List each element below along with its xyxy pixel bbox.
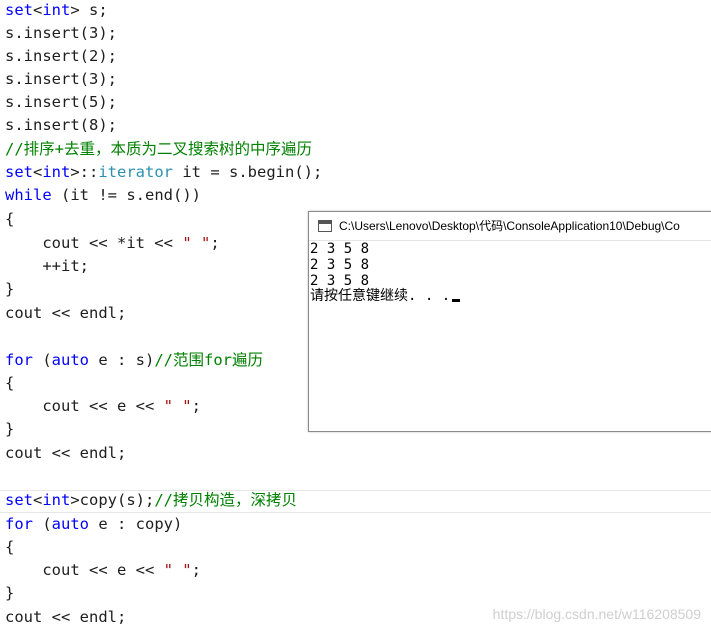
code-line-18: } [5, 420, 15, 438]
console-title: C:\Users\Lenovo\Desktop\代码\ConsoleApplic… [339, 219, 680, 233]
code-line-14: cout << endl; [5, 304, 127, 322]
console-output-line: 2 3 5 8 [310, 257, 370, 273]
code-line-8: set<int>::iterator it = s.begin(); [5, 163, 323, 181]
code-line-19: cout << endl; [5, 444, 127, 462]
console-window[interactable]: C:\Users\Lenovo\Desktop\代码\ConsoleApplic… [308, 211, 711, 432]
code-line-9: while (it != s.end()) [5, 186, 201, 204]
code-line-2: s.insert(3); [5, 24, 117, 42]
code-line-22: { [5, 538, 15, 556]
code-line-21: for (auto e : copy) [5, 515, 183, 533]
code-comment-sort: //排序+去重，本质为二叉搜索树的中序遍历 [5, 140, 312, 158]
console-prompt-line: 请按任意键继续. . . [310, 288, 461, 304]
console-app-icon [318, 220, 332, 232]
code-line-16: { [5, 374, 15, 392]
code-line-10: { [5, 210, 15, 228]
code-line-25: cout << endl; [5, 608, 127, 626]
code-line-24: } [5, 584, 15, 602]
console-output-line: 2 3 5 8 [310, 273, 370, 289]
watermark: https://blog.csdn.net/w116208509 [492, 606, 701, 622]
code-line-23: cout << e << " "; [5, 561, 201, 579]
code-line-20: set<int>copy(s);//拷贝构造，深拷贝 [5, 491, 298, 509]
code-line-5: s.insert(5); [5, 93, 117, 111]
code-line-1: set<int> s; [5, 1, 108, 19]
console-titlebar[interactable]: C:\Users\Lenovo\Desktop\代码\ConsoleApplic… [309, 212, 711, 241]
code-line-15: for (auto e : s)//范围for遍历 [5, 351, 263, 369]
code-line-3: s.insert(2); [5, 47, 117, 65]
code-line-4: s.insert(3); [5, 70, 117, 88]
text-cursor [452, 299, 461, 302]
code-line-12: ++it; [5, 257, 89, 275]
console-output: 2 3 5 8 2 3 5 8 2 3 5 8 请按任意键继续. . . [309, 241, 711, 431]
code-line-13: } [5, 280, 15, 298]
code-line-17: cout << e << " "; [5, 397, 201, 415]
console-prompt-text: 请按任意键继续. . . [310, 288, 451, 304]
console-output-line: 2 3 5 8 [310, 241, 370, 257]
code-line-11: cout << *it << " "; [5, 234, 220, 252]
code-line-6: s.insert(8); [5, 116, 117, 134]
